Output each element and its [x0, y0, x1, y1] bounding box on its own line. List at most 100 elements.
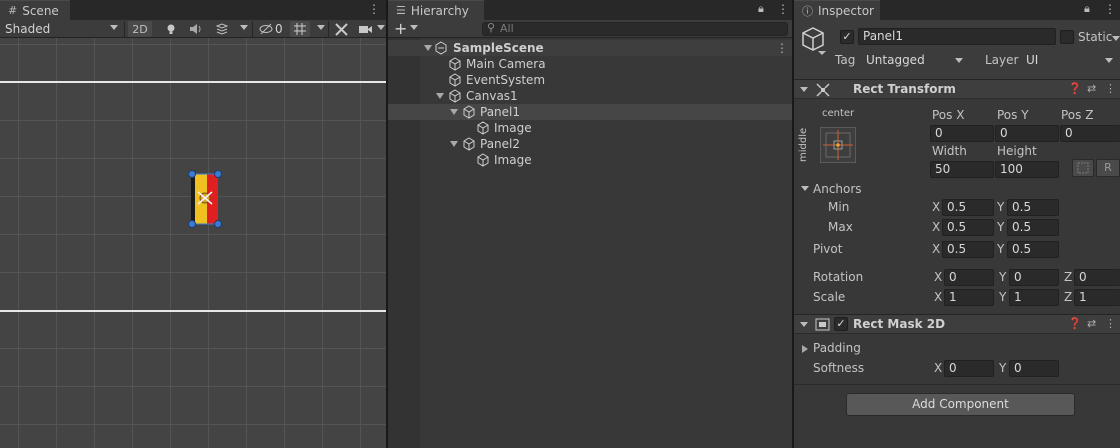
scale-y-field[interactable]: 1 [1009, 289, 1059, 306]
help-icon[interactable]: ❓ [1068, 317, 1082, 330]
pivot-y-field[interactable]: 0.5 [1007, 241, 1059, 258]
chevron-down-icon[interactable] [240, 25, 248, 30]
gameobject-icon[interactable] [800, 26, 826, 52]
x-label: X [934, 361, 943, 375]
search-icon: ⚲ [487, 21, 496, 34]
rect-mask-header[interactable]: ✓ Rect Mask 2D ❓ ⇄ ⋮ [794, 314, 1120, 334]
list-item[interactable]: Panel2 [388, 136, 792, 152]
expand-arrow-icon[interactable] [436, 93, 444, 99]
rect-transform-header[interactable]: Rect Transform ❓ ⇄ ⋮ [794, 79, 1120, 99]
chevron-down-icon[interactable] [410, 25, 418, 30]
rotation-z-field[interactable]: 0 [1074, 269, 1120, 286]
collapse-arrow-icon[interactable] [800, 322, 808, 327]
anchor-preset-icon [823, 130, 853, 160]
rect-mask-title: Rect Mask 2D [853, 317, 946, 331]
toolbar-divider [124, 21, 125, 37]
list-item-label: Panel2 [480, 137, 521, 151]
list-item[interactable]: EventSystem [388, 72, 792, 88]
static-checkbox[interactable] [1060, 30, 1074, 44]
layer-dropdown[interactable]: UI [1020, 52, 1120, 69]
expand-arrow-icon[interactable] [450, 109, 458, 115]
list-item[interactable]: Image [388, 120, 792, 136]
chevron-down-icon[interactable] [1112, 36, 1120, 41]
inspector-tab[interactable]: ⓘ Inspector [794, 0, 880, 20]
panel-flag-image[interactable] [186, 168, 224, 228]
rect-mask-icon [815, 318, 830, 331]
scale-z-field[interactable]: 1 [1074, 289, 1120, 306]
component-menu-icon[interactable]: ⋮ [1105, 317, 1116, 330]
scene-tab-menu-icon[interactable]: ⋮ [368, 2, 380, 16]
grid-toggle-icon[interactable] [290, 21, 310, 37]
blueprint-mode-button[interactable] [1072, 159, 1094, 177]
anchor-min-label: Min [828, 200, 850, 214]
lock-icon[interactable]: 🔒︎ [758, 2, 764, 16]
list-item[interactable]: Image [388, 152, 792, 168]
height-field[interactable]: 100 [995, 161, 1059, 178]
anchor-min-x-field[interactable]: 0.5 [942, 199, 994, 216]
preset-icon[interactable]: ⇄ [1087, 82, 1096, 95]
help-icon[interactable]: ❓ [1068, 82, 1082, 95]
list-item-label: EventSystem [466, 73, 546, 87]
chevron-down-icon[interactable] [818, 51, 826, 55]
expand-arrow-icon[interactable] [802, 345, 808, 353]
toggle-2d-button[interactable]: 2D [128, 21, 152, 37]
scene-menu-icon[interactable]: ⋮ [776, 41, 788, 55]
anchor-presets-button[interactable] [820, 127, 856, 163]
list-item[interactable]: Canvas1 [388, 88, 792, 104]
camera-icon[interactable] [358, 21, 374, 37]
softness-x-field[interactable]: 0 [944, 360, 994, 377]
add-component-button[interactable]: Add Component [846, 393, 1075, 416]
rotation-y-field[interactable]: 0 [1009, 269, 1059, 286]
rect-transform-icon [816, 83, 830, 97]
active-checkbox[interactable]: ✓ [840, 30, 854, 44]
pos-x-field[interactable]: 0 [930, 125, 994, 142]
gameobject-icon [463, 105, 475, 119]
tools-icon[interactable] [333, 21, 349, 37]
hierarchy-tab[interactable]: ☰ Hierarchy [388, 0, 484, 20]
collapse-arrow-icon[interactable] [801, 186, 809, 191]
y-label: Y [999, 361, 1007, 375]
lock-icon[interactable]: 🔒︎ [1084, 2, 1090, 16]
pos-y-field[interactable]: 0 [995, 125, 1059, 142]
object-name-field[interactable]: Panel1 [858, 28, 1056, 45]
width-field[interactable]: 50 [930, 161, 994, 178]
collapse-arrow-icon[interactable] [800, 87, 808, 92]
add-object-button[interactable]: + [394, 19, 407, 38]
scene-viewport[interactable] [0, 38, 386, 448]
shading-mode-dropdown[interactable]: Shaded [5, 22, 50, 36]
chevron-down-icon[interactable] [317, 25, 325, 30]
softness-y-field[interactable]: 0 [1009, 360, 1059, 377]
anchor-min-y-field[interactable]: 0.5 [1007, 199, 1059, 216]
lighting-icon[interactable] [162, 21, 180, 37]
chevron-down-icon[interactable] [377, 25, 385, 30]
pos-z-field[interactable]: 0 [1060, 125, 1120, 142]
hierarchy-search-input[interactable]: ⚲ All [482, 21, 788, 36]
raw-edit-button[interactable]: R [1096, 159, 1120, 177]
list-item[interactable]: Main Camera [388, 56, 792, 72]
pivot-x-field[interactable]: 0.5 [942, 241, 994, 258]
rotation-label: Rotation [813, 270, 864, 284]
expand-arrow-icon[interactable] [424, 45, 432, 51]
effects-icon[interactable] [212, 21, 232, 37]
hidden-objects-icon[interactable] [258, 21, 274, 37]
scene-root-row[interactable]: SampleScene ⋮ [388, 40, 792, 56]
list-item-label: Panel1 [480, 105, 521, 119]
hierarchy-tab-menu-icon[interactable]: ⋮ [777, 2, 789, 16]
list-item-selected[interactable]: Panel1 [388, 104, 792, 120]
scale-x-field[interactable]: 1 [944, 289, 994, 306]
anchor-max-y-field[interactable]: 0.5 [1007, 219, 1059, 236]
rect-mask-enabled-checkbox[interactable]: ✓ [834, 317, 848, 331]
anchor-max-x-field[interactable]: 0.5 [942, 219, 994, 236]
component-menu-icon[interactable]: ⋮ [1105, 82, 1116, 95]
divider [794, 384, 1120, 385]
toolbar-divider [328, 21, 329, 37]
scene-tab[interactable]: # Scene [0, 0, 70, 20]
pos-z-label: Pos Z [1061, 108, 1094, 122]
inspector-tab-menu-icon[interactable]: ⋮ [1104, 2, 1116, 16]
expand-arrow-icon[interactable] [450, 141, 458, 147]
preset-icon[interactable]: ⇄ [1087, 317, 1096, 330]
audio-icon[interactable] [186, 21, 206, 37]
rotation-x-field[interactable]: 0 [944, 269, 994, 286]
hierarchy-tree: SampleScene ⋮ Main Camera EventSystem Ca… [388, 38, 792, 448]
tag-dropdown[interactable]: Untagged [860, 52, 970, 69]
